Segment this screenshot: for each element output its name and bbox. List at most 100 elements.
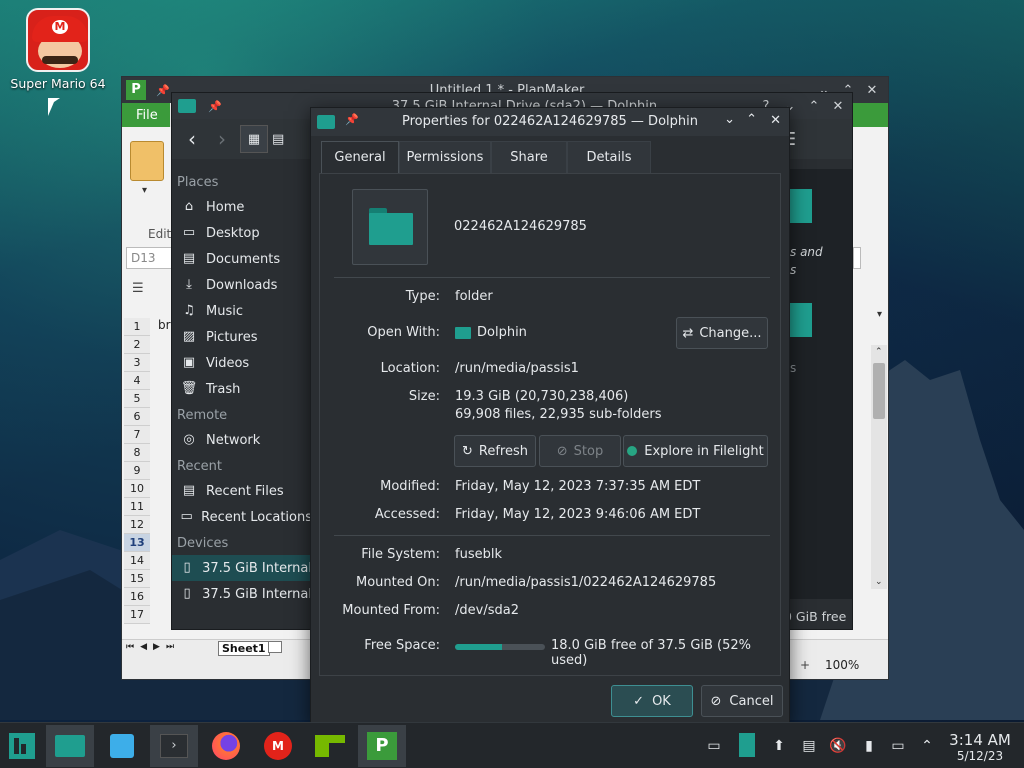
storage-device-icon[interactable] [739, 733, 755, 757]
row-header[interactable]: 3 [124, 354, 150, 372]
close-icon[interactable]: ✕ [826, 99, 850, 114]
chevron-down-icon[interactable]: ⌄ [724, 112, 735, 127]
places-item-videos[interactable]: ▣ Videos [172, 350, 312, 376]
dolphin-view-area[interactable]: s and s s [784, 169, 852, 599]
row-header[interactable]: 5 [124, 390, 150, 408]
places-item-music[interactable]: ♫ Music [172, 298, 312, 324]
ok-button[interactable]: ✓ OK [611, 685, 693, 717]
close-icon[interactable]: ✕ [770, 113, 781, 128]
file-menu-button[interactable]: File [122, 103, 170, 127]
row-header[interactable]: 9 [124, 462, 150, 480]
row-header[interactable]: 7 [124, 426, 150, 444]
sheet-nav[interactable]: ⏮ ◀ ▶ ⏭ [126, 642, 174, 652]
places-item-documents[interactable]: ▤ Documents [172, 246, 312, 272]
folder-icon-button[interactable] [352, 189, 428, 265]
chevron-up-icon[interactable]: ⌃ [746, 112, 757, 127]
row-header[interactable]: 11 [124, 498, 150, 516]
back-icon[interactable]: ‹ [188, 127, 196, 151]
row-headers: 1 2 3 4 5 6 7 8 9 10 11 12 13 14 15 16 1… [124, 318, 150, 624]
zoom-level[interactable]: 100% [825, 658, 859, 672]
volume-muted-icon[interactable]: 🔇 [829, 737, 847, 755]
size-label: Size: [408, 389, 440, 404]
file-thumbnail-icon[interactable] [790, 189, 812, 223]
scroll-down-icon[interactable]: ⌄ [875, 577, 883, 587]
tab-share[interactable]: Share [491, 141, 567, 173]
row-header[interactable]: 10 [124, 480, 150, 498]
taskbar-dolphin[interactable] [46, 725, 94, 767]
add-sheet-icon[interactable] [268, 641, 282, 653]
properties-dialog[interactable]: 📌 Properties for 022462A124629785 — Dolp… [310, 107, 790, 725]
tab-details[interactable]: Details [567, 141, 651, 173]
sheet-tab[interactable]: Sheet1 [218, 641, 270, 656]
show-desktop-icon[interactable]: ▭ [705, 737, 723, 755]
taskbar-nvidia[interactable] [308, 725, 352, 767]
desktop-icon-super-mario-64[interactable]: M Super Mario 64 [10, 8, 106, 91]
places-item-desktop[interactable]: ▭ Desktop [172, 220, 312, 246]
places-item-recent-files[interactable]: ▤ Recent Files [172, 478, 312, 504]
places-item-recent-locations[interactable]: ▭ Recent Locations [172, 504, 312, 530]
row-header[interactable]: 4 [124, 372, 150, 390]
refresh-button[interactable]: ↻ Refresh [454, 435, 536, 467]
properties-titlebar[interactable]: 📌 Properties for 022462A124629785 — Dolp… [311, 108, 789, 136]
chevron-up-icon[interactable]: ⌃ [802, 99, 826, 114]
prev-sheet-icon[interactable]: ◀ [140, 642, 147, 652]
row-header[interactable]: 17 [124, 606, 150, 624]
cancel-button[interactable]: ⊘ Cancel [701, 685, 783, 717]
scroll-thumb[interactable] [873, 363, 885, 419]
row-header[interactable]: 6 [124, 408, 150, 426]
first-sheet-icon[interactable]: ⏮ [126, 642, 134, 652]
places-item-trash[interactable]: 🗑 Trash [172, 376, 312, 402]
formula-dropdown-icon[interactable]: ▾ [877, 309, 882, 320]
battery-icon[interactable]: ▮ [860, 737, 878, 755]
row-header[interactable]: 1 [124, 318, 150, 336]
places-item-device-selected[interactable]: ▯ 37.5 GiB Internal [172, 555, 312, 581]
row-header[interactable]: 12 [124, 516, 150, 534]
row-header[interactable]: 14 [124, 552, 150, 570]
stop-button[interactable]: ⊘ Stop [539, 435, 621, 467]
places-item-device[interactable]: ▯ 37.5 GiB Internal [172, 581, 312, 607]
pin-icon[interactable]: 📌 [208, 100, 222, 113]
places-item-network[interactable]: ◎ Network [172, 427, 312, 453]
menu-lines-icon[interactable]: ☰ [132, 281, 144, 296]
item-name[interactable]: 022462A124629785 [454, 219, 587, 234]
row-header[interactable]: 16 [124, 588, 150, 606]
clock[interactable]: 3:14 AM 5/12/23 [944, 731, 1016, 763]
zoom-plus-icon[interactable]: + [800, 658, 810, 672]
compact-view-icon[interactable]: ▤ [272, 132, 284, 147]
tray-expand-icon[interactable]: ⌃ [918, 737, 936, 755]
last-sheet-icon[interactable]: ⏭ [166, 642, 174, 652]
close-icon[interactable]: ✕ [860, 83, 884, 98]
mario-icon: M [264, 732, 292, 760]
file-thumbnail-icon[interactable] [790, 303, 812, 337]
icons-view-icon[interactable]: ▦ [240, 125, 268, 153]
row-header[interactable]: 8 [124, 444, 150, 462]
updates-icon[interactable]: ⬆ [770, 737, 788, 755]
app-launcher-button[interactable] [0, 725, 44, 767]
places-item-home[interactable]: ⌂ Home [172, 194, 312, 220]
places-item-pictures[interactable]: ▨ Pictures [172, 324, 312, 350]
change-button[interactable]: ⇄ Change... [676, 317, 768, 349]
taskbar-planmaker[interactable]: P [358, 725, 406, 767]
network-icon[interactable]: ▭ [889, 737, 907, 755]
taskbar-firefox[interactable] [204, 725, 248, 767]
taskbar-super-mario-64[interactable]: M [256, 725, 300, 767]
forward-icon[interactable]: › [218, 127, 226, 151]
taskbar-konsole[interactable]: › [150, 725, 198, 767]
next-sheet-icon[interactable]: ▶ [153, 642, 160, 652]
tab-permissions[interactable]: Permissions [399, 141, 491, 173]
taskbar-discover[interactable] [100, 725, 144, 767]
row-header[interactable]: 15 [124, 570, 150, 588]
cell-reference-box[interactable]: D13 [126, 247, 172, 269]
explore-in-filelight-button[interactable]: Explore in Filelight [623, 435, 768, 467]
paste-dropdown-icon[interactable]: ▾ [142, 185, 147, 196]
location-value[interactable]: /run/media/passis1 [455, 361, 579, 376]
row-header-selected[interactable]: 13 [124, 534, 150, 552]
pin-icon[interactable]: 📌 [156, 84, 170, 97]
paste-icon[interactable] [130, 141, 164, 181]
places-item-downloads[interactable]: ⤓ Downloads [172, 272, 312, 298]
vertical-scrollbar[interactable]: ⌃ ⌄ [871, 345, 887, 589]
row-header[interactable]: 2 [124, 336, 150, 354]
scroll-up-icon[interactable]: ⌃ [875, 347, 883, 357]
clipboard-icon[interactable]: ▤ [800, 737, 818, 755]
tab-general[interactable]: General [321, 141, 399, 173]
